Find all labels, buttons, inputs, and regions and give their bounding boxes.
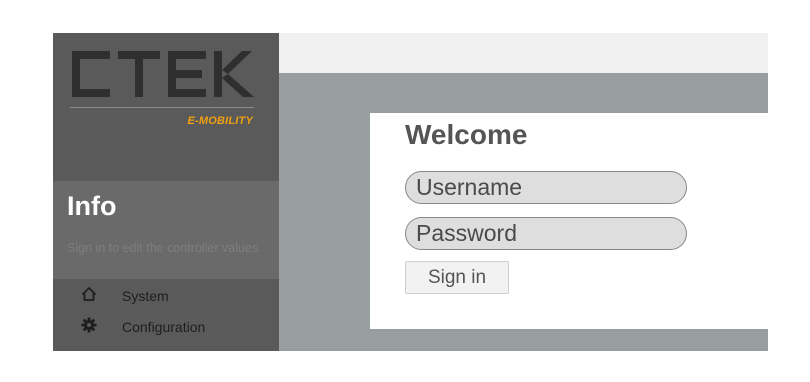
- brand-tagline: E-MOBILITY: [187, 115, 253, 127]
- app-window: E-MOBILITY Info Sign in to edit the cont…: [53, 33, 768, 351]
- ctek-logo: [72, 51, 254, 97]
- sidebar: E-MOBILITY Info Sign in to edit the cont…: [53, 33, 279, 351]
- username-field[interactable]: [405, 171, 687, 204]
- sidebar-nav: System Configuration: [53, 279, 279, 341]
- page-title: Welcome: [405, 119, 528, 150]
- sidebar-item-system[interactable]: System: [53, 279, 279, 310]
- password-field[interactable]: [405, 217, 687, 250]
- sign-in-button[interactable]: Sign in: [405, 261, 509, 294]
- brand-header: E-MOBILITY: [53, 33, 279, 181]
- login-card: Welcome Sign in: [370, 113, 768, 329]
- info-panel: Info Sign in to edit the controller valu…: [53, 181, 279, 279]
- sidebar-item-configuration[interactable]: Configuration: [53, 310, 279, 341]
- gear-icon: [81, 317, 97, 333]
- main-area: Welcome Sign in: [279, 33, 768, 351]
- sidebar-item-label: Configuration: [122, 319, 206, 335]
- top-bar: [279, 33, 768, 73]
- sidebar-item-label: System: [122, 288, 169, 304]
- info-description: Sign in to edit the controller values.: [67, 241, 262, 255]
- brand-divider: [70, 107, 254, 108]
- home-icon: [82, 287, 96, 301]
- info-title: Info: [67, 191, 117, 221]
